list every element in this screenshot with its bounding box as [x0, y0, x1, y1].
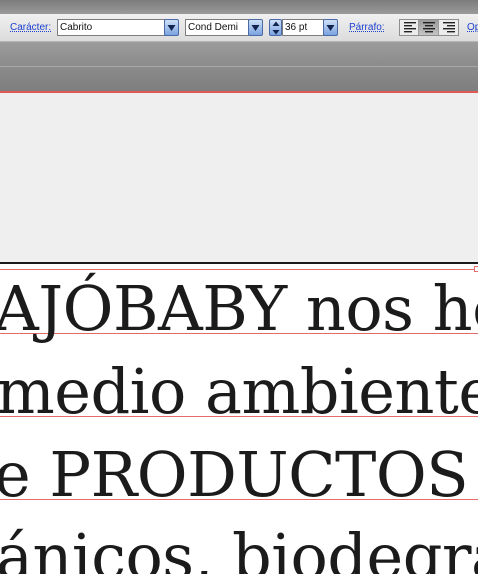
pasteboard — [0, 93, 478, 262]
title-strip — [0, 0, 478, 14]
align-right-button[interactable] — [439, 20, 458, 35]
font-size-stepper[interactable] — [269, 19, 282, 36]
chevron-down-icon — [167, 25, 176, 31]
align-left-button[interactable] — [400, 20, 420, 35]
document-page[interactable]: AJÓBABY nos he medio ambiente, e PRODUCT… — [0, 264, 478, 574]
font-style-dropdown[interactable] — [248, 19, 263, 36]
text-line[interactable]: e PRODUCTOS E — [0, 438, 478, 511]
chevron-down-icon — [251, 25, 260, 31]
align-left-icon — [404, 22, 416, 33]
paragraph-panel-link[interactable]: Párrafo: — [349, 22, 385, 33]
font-size-field[interactable]: 36 pt — [282, 19, 324, 36]
tab-strip-divider — [0, 66, 478, 67]
font-family-dropdown[interactable] — [164, 19, 179, 36]
text-line[interactable]: AJÓBABY nos he — [0, 272, 478, 345]
text-frame-edge — [0, 269, 478, 270]
alignment-group — [399, 19, 459, 36]
align-center-button[interactable] — [419, 20, 439, 35]
text-line[interactable]: medio ambiente, — [0, 355, 478, 428]
align-center-icon — [423, 22, 436, 33]
document-tab-strip — [0, 41, 478, 91]
font-style-field[interactable]: Cond Demi — [185, 19, 249, 36]
character-panel-link[interactable]: Carácter: — [10, 22, 51, 33]
options-link[interactable]: Op — [467, 22, 478, 33]
font-family-field[interactable]: Cabrito — [57, 19, 167, 36]
stepper-arrows-icon — [272, 21, 280, 35]
text-line[interactable]: ánicos, biodegra — [0, 520, 478, 574]
align-right-icon — [442, 22, 455, 33]
chevron-down-icon — [326, 25, 335, 31]
control-bar: Carácter: Cabrito Cond Demi 36 pt Párraf… — [0, 0, 478, 41]
font-size-dropdown[interactable] — [323, 19, 338, 36]
